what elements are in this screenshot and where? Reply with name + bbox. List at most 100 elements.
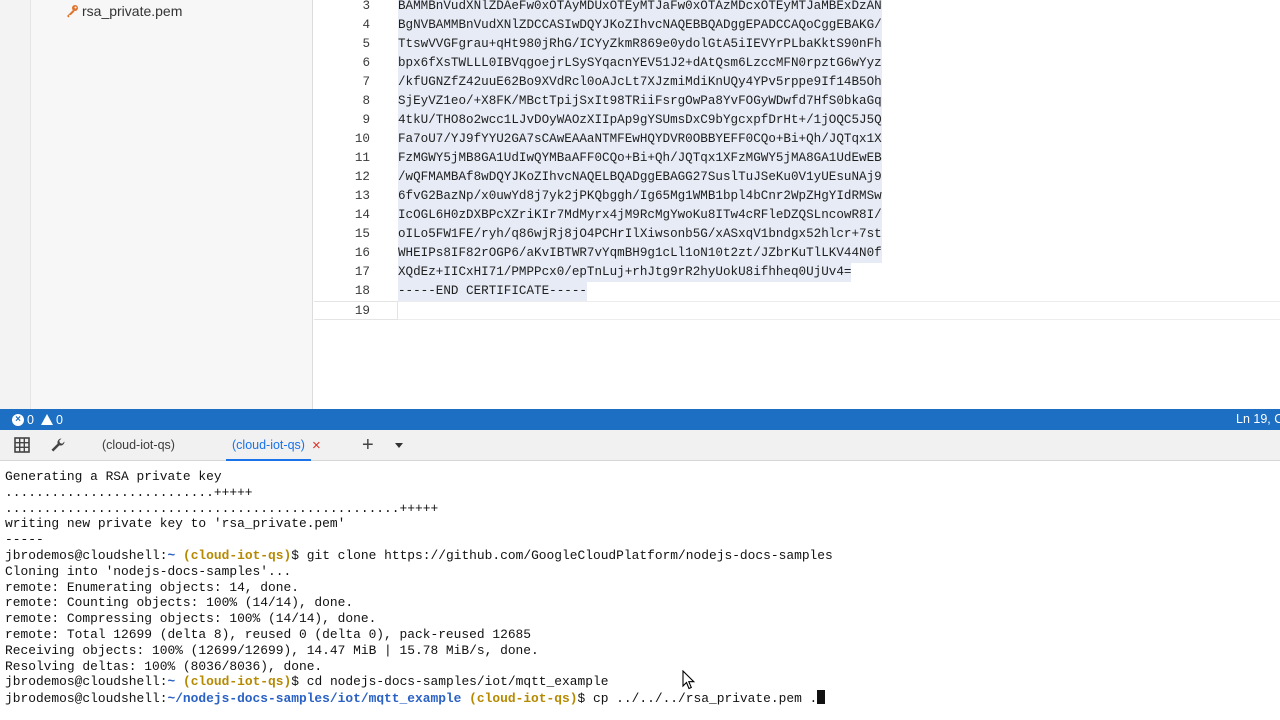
code-line: 19 bbox=[314, 301, 1280, 320]
line-number: 16 bbox=[354, 246, 370, 260]
problems-indicator[interactable]: × 0 0 bbox=[12, 409, 63, 430]
code-line: 17 XQdEz+IICxHI71/PMPPcx0/epTnLuj+rhJtg9r… bbox=[314, 263, 1280, 282]
line-number: 5 bbox=[362, 37, 370, 51]
terminal-line: Cloning into 'nodejs-docs-samples'... bbox=[5, 563, 292, 579]
code-line: 18 -----END CERTIFICATE----- bbox=[314, 282, 1280, 301]
terminal-output[interactable]: Generating a RSA private key............… bbox=[0, 461, 1280, 720]
code-line: 14 IcOGL6H0zDXBPcXZriKIr7MdMyrx4jM9RcMgYw… bbox=[314, 206, 1280, 225]
line-text: TtswVVGFgrau+qHt980jRhG/ICYyZkmR869e0ydo… bbox=[398, 35, 882, 54]
terminal-prompt-line: jbrodemos@cloudshell:~ (cloud-iot-qs)$ g… bbox=[5, 548, 833, 564]
line-number: 4 bbox=[362, 18, 370, 32]
line-text: /kfUGNZfZ42uuE62Bo9XVdRcl0oAJcLt7XJzmiMd… bbox=[398, 73, 882, 92]
terminal-line: Receiving objects: 100% (12699/12699), 1… bbox=[5, 642, 539, 658]
tab-terminal-2[interactable]: (cloud-iot-qs) bbox=[226, 430, 311, 461]
line-number: 6 bbox=[362, 56, 370, 70]
line-number: 17 bbox=[354, 265, 370, 279]
error-icon: × bbox=[12, 413, 24, 426]
terminal-tab-bar: (cloud-iot-qs) (cloud-iot-qs) × + bbox=[0, 430, 1280, 461]
prompt-path: ~ bbox=[167, 548, 176, 563]
prompt-user: jbrodemos@cloudshell: bbox=[5, 674, 168, 690]
cursor-position[interactable]: Ln 19, C bbox=[1236, 409, 1280, 430]
prompt-path: ~ bbox=[167, 674, 176, 690]
terminal-command: $ cp ../../../rsa_private.pem . bbox=[577, 691, 818, 707]
file-explorer: rsa_private.pem bbox=[31, 0, 313, 409]
terminal-cursor bbox=[817, 690, 826, 705]
terminal-line: remote: Total 12699 (delta 8), reused 0 … bbox=[5, 627, 532, 642]
mouse-pointer-icon bbox=[682, 670, 696, 690]
line-number: 11 bbox=[354, 151, 370, 165]
file-tree-item[interactable]: rsa_private.pem bbox=[65, 1, 182, 21]
prompt-project: (cloud-iot-qs) bbox=[182, 674, 292, 690]
terminal-line: Resolving deltas: 100% (8036/8036), done… bbox=[5, 658, 323, 674]
line-text: 4tkU/THO8o2wcc1LJvDOyWAOzXIIpAp9gYSUmsDx… bbox=[398, 111, 882, 130]
chevron-down-icon[interactable] bbox=[395, 443, 403, 448]
add-tab-button[interactable]: + bbox=[362, 430, 374, 461]
grid-icon[interactable] bbox=[13, 436, 31, 454]
code-line: 12/wQFMAMBAf8wDQYJKoZIhvcNAQELBQADggEBAG… bbox=[314, 168, 1280, 187]
editor-area: rsa_private.pem 3 BAMMBnVudXNlZDAeFw0xOTA… bbox=[0, 0, 1280, 409]
line-text: -----END CERTIFICATE----- bbox=[398, 282, 587, 301]
line-number: 7 bbox=[362, 75, 370, 89]
terminal-line: ........................................… bbox=[5, 500, 439, 516]
line-number: 14 bbox=[354, 208, 370, 222]
code-line: 15 oILo5FW1FE/ryh/q86wjRj8jO4PCHrIlXiwson… bbox=[314, 225, 1280, 244]
line-text: bpx6fXsTWLLL0IBVqgoejrLSySYqacnYEV51J2+d… bbox=[398, 54, 882, 73]
warning-icon bbox=[40, 414, 53, 425]
code-line: 16 WHEIPs8IF82rOGP6/aKvIBTWR7vYqmBH9g1cLl… bbox=[314, 244, 1280, 263]
line-text: BAMMBnVudXNlZDAeFw0xOTAyMDUxOTEyMTJaFw0x… bbox=[398, 0, 882, 16]
prompt-user: jbrodemos@cloudshell: bbox=[5, 548, 168, 563]
terminal-line: ...........................+++++ bbox=[5, 484, 253, 500]
prompt-project: (cloud-iot-qs) bbox=[469, 691, 578, 707]
code-line: 4 BgNVBAMMBnVudXNlZDCCASIwDQYJKoZIhvcNAQE… bbox=[314, 16, 1280, 35]
line-number: 3 bbox=[362, 0, 370, 13]
terminal-command: $ cd nodejs-docs-samples/iot/mqtt_exampl… bbox=[291, 674, 609, 690]
terminal-line: writing new private key to 'rsa_private.… bbox=[5, 516, 346, 532]
line-text: XQdEz+IICxHI71/PMPPcx0/epTnLuj+rhJtg9rR2… bbox=[398, 263, 852, 282]
line-number: 19 bbox=[354, 304, 370, 318]
terminal-line: ----- bbox=[5, 532, 44, 548]
key-icon bbox=[67, 5, 78, 18]
line-number: 10 bbox=[354, 132, 370, 146]
line-text: FzMGWY5jMB8GA1UdIwQYMBaAFF0CQo+Bi+Qh/JQT… bbox=[398, 149, 882, 168]
line-number: 15 bbox=[354, 227, 370, 241]
activity-bar bbox=[0, 0, 31, 409]
line-text: oILo5FW1FE/ryh/q86wjRj8jO4PCHrIlXiwsonb5… bbox=[398, 225, 882, 244]
code-line: 13 6fvG2BazNp/x0uwYd8j7yk2jPKQbggh/Ig65Mg… bbox=[314, 187, 1280, 206]
warning-count: 0 bbox=[55, 412, 63, 427]
terminal-line: remote: Enumerating objects: 14, done. bbox=[5, 579, 299, 595]
terminal-line: remote: Counting objects: 100% (14/14), … bbox=[5, 595, 354, 611]
line-number: 8 bbox=[362, 94, 370, 108]
line-text: BgNVBAMMBnVudXNlZDCCASIwDQYJKoZIhvcNAQEB… bbox=[398, 16, 882, 35]
terminal-prompt-line: jbrodemos@cloudshell:~ (cloud-iot-qs)$ c… bbox=[5, 674, 608, 690]
line-text: 6fvG2BazNp/x0uwYd8j7yk2jPKQbggh/Ig65Mg1W… bbox=[398, 187, 882, 206]
code-editor[interactable]: 3 BAMMBnVudXNlZDAeFw0xOTAyMDUxOTEyMTJaFw0… bbox=[314, 0, 1280, 409]
terminal-command: $ git clone https://github.com/GoogleClo… bbox=[291, 548, 833, 563]
line-text: Fa7oU7/YJ9fYYU2GA7sCAwEAAaNTMFEwHQYDVR0O… bbox=[398, 130, 882, 149]
terminal-line: remote: Compressing objects: 100% (14/14… bbox=[5, 611, 377, 627]
line-text: IcOGL6H0zDXBPcXZriKIr7MdMyrx4jM9RcMgYwoK… bbox=[398, 206, 882, 225]
file-tree-item-label: rsa_private.pem bbox=[82, 3, 183, 19]
prompt-path: ~/nodejs-docs-samples/iot/mqtt_example bbox=[167, 691, 462, 707]
code-line: 10 Fa7oU7/YJ9fYYU2GA7sCAwEAAaNTMFEwHQYDVR… bbox=[314, 130, 1280, 149]
code-line: 9 4tkU/THO8o2wcc1LJvDOyWAOzXIIpAp9gYSUmsD… bbox=[314, 111, 1280, 130]
status-bar: × 0 0 Ln 19, C bbox=[0, 409, 1280, 430]
tab-terminal-1[interactable]: (cloud-iot-qs) bbox=[96, 430, 181, 461]
line-text: SjEyVZ1eo/+X8FK/MBctTpijSxIt98TRiiFsrgOw… bbox=[398, 92, 882, 111]
terminal-line: Generating a RSA private key bbox=[5, 469, 222, 484]
code-line: 5 TtswVVGFgrau+qHt980jRhG/ICYyZkmR869e0yd… bbox=[314, 35, 1280, 54]
close-tab-icon[interactable]: × bbox=[312, 430, 321, 461]
prompt-user: jbrodemos@cloudshell: bbox=[5, 691, 168, 707]
terminal-prompt-line: jbrodemos@cloudshell:~/nodejs-docs-sampl… bbox=[5, 690, 826, 707]
line-number: 9 bbox=[362, 113, 370, 127]
code-line: 7/kfUGNZfZ42uuE62Bo9XVdRcl0oAJcLt7XJzmiM… bbox=[314, 73, 1280, 92]
line-number: 18 bbox=[354, 284, 370, 298]
code-line: 6 bpx6fXsTWLLL0IBVqgoejrLSySYqacnYEV51J2+… bbox=[314, 54, 1280, 73]
line-text: /wQFMAMBAf8wDQYJKoZIhvcNAQELBQADggEBAGG2… bbox=[398, 168, 882, 187]
wrench-icon[interactable] bbox=[49, 436, 67, 454]
line-text: WHEIPs8IF82rOGP6/aKvIBTWR7vYqmBH9g1cLl1o… bbox=[398, 244, 882, 263]
line-number: 13 bbox=[354, 189, 370, 203]
prompt-project: (cloud-iot-qs) bbox=[182, 548, 292, 563]
code-line: 11 FzMGWY5jMB8GA1UdIwQYMBaAFF0CQo+Bi+Qh/J… bbox=[314, 149, 1280, 168]
code-line: 3 BAMMBnVudXNlZDAeFw0xOTAyMDUxOTEyMTJaFw0… bbox=[314, 0, 1280, 16]
code-line: 8 SjEyVZ1eo/+X8FK/MBctTpijSxIt98TRiiFsrgO… bbox=[314, 92, 1280, 111]
